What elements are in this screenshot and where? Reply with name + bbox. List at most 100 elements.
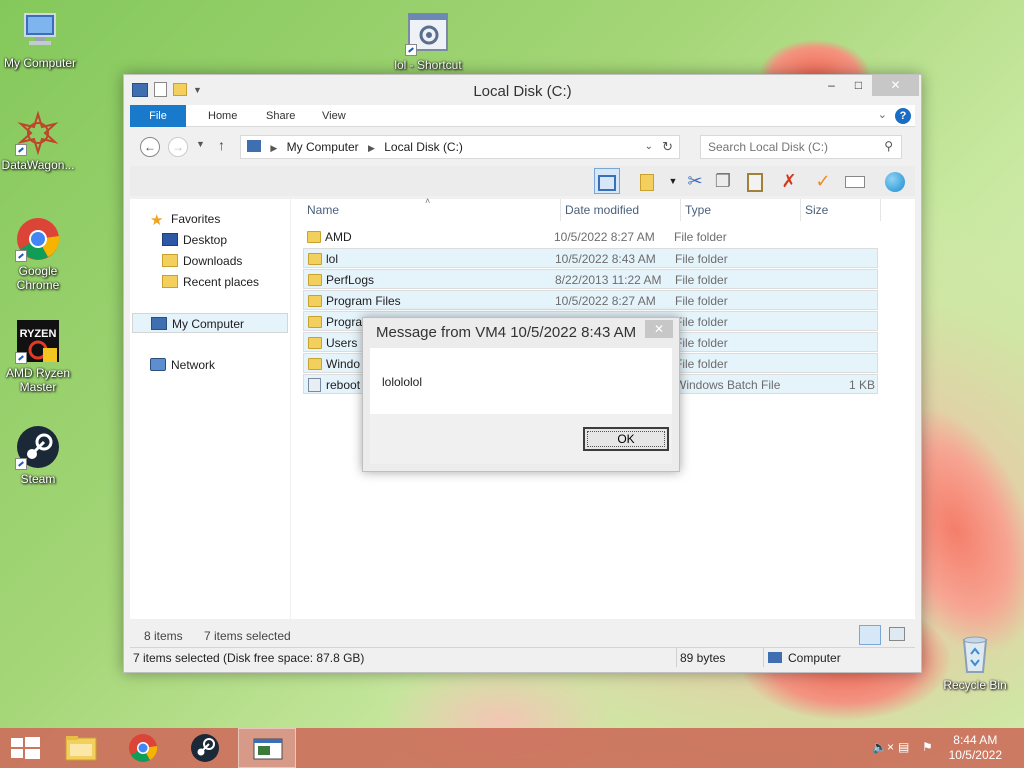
address-dropdown-icon[interactable]: ⌄ bbox=[645, 136, 653, 158]
breadcrumb-my-computer[interactable]: My Computer bbox=[287, 140, 359, 154]
ok-button[interactable]: OK bbox=[583, 427, 669, 451]
file-row-program-files[interactable]: Program Files 10/5/2022 8:27 AM File fol… bbox=[303, 290, 878, 310]
desktop-icon-datawagon[interactable]: DataWagon... bbox=[0, 110, 78, 172]
nav-downloads[interactable]: Downloads bbox=[162, 251, 242, 271]
paste-icon[interactable] bbox=[742, 168, 768, 194]
back-button[interactable]: ← bbox=[140, 137, 160, 157]
folder-icon bbox=[307, 231, 321, 243]
taskbar-chrome[interactable] bbox=[114, 728, 172, 768]
recent-places-icon bbox=[162, 275, 178, 288]
nav-favorites[interactable]: ★ Favorites bbox=[150, 209, 220, 229]
desktop-icon-my-computer[interactable]: My Computer bbox=[0, 8, 80, 70]
large-icons-view-button[interactable] bbox=[889, 627, 905, 641]
delete-icon[interactable]: ✗ bbox=[776, 168, 802, 194]
expand-ribbon-icon[interactable]: ⌄ bbox=[878, 108, 887, 121]
globe-icon[interactable] bbox=[882, 168, 908, 194]
nav-network[interactable]: Network bbox=[150, 355, 215, 375]
shortcut-arrow-icon bbox=[405, 44, 417, 56]
message-window-icon bbox=[253, 738, 283, 760]
taskbar-steam[interactable] bbox=[176, 728, 234, 768]
search-box[interactable]: ⚲ bbox=[700, 135, 902, 159]
column-header-size[interactable]: Size bbox=[801, 199, 881, 221]
dialog-title: Message from VM4 10/5/2022 8:43 AM bbox=[376, 324, 637, 341]
dialog-body: lolololol bbox=[370, 348, 672, 414]
tab-share[interactable]: Share bbox=[252, 105, 309, 127]
recent-locations-icon[interactable]: ▼ bbox=[196, 139, 205, 149]
recycle-bin-icon bbox=[952, 630, 998, 676]
svg-text:RYZEN: RYZEN bbox=[20, 328, 57, 340]
clock-date: 10/5/2022 bbox=[948, 748, 1002, 762]
copy-icon[interactable]: ❐ bbox=[710, 168, 736, 194]
file-row-amd[interactable]: AMD 10/5/2022 8:27 AM File folder bbox=[303, 227, 878, 247]
selected-count: 7 items selected bbox=[204, 629, 291, 643]
desktop-icon bbox=[162, 233, 178, 246]
nav-my-computer[interactable]: My Computer bbox=[132, 313, 288, 333]
folder-icon bbox=[308, 295, 322, 307]
taskbar-file-explorer[interactable] bbox=[52, 728, 110, 768]
breadcrumb-local-disk[interactable]: Local Disk (C:) bbox=[384, 140, 463, 154]
breadcrumb-separator-icon: ▶ bbox=[270, 143, 278, 153]
batch-file-icon bbox=[405, 10, 451, 56]
minimize-button[interactable]: – bbox=[818, 75, 845, 96]
shortcut-arrow-icon bbox=[15, 352, 27, 364]
close-button[interactable]: ✕ bbox=[872, 75, 919, 96]
help-button[interactable]: ? bbox=[895, 108, 911, 124]
start-button[interactable] bbox=[0, 728, 58, 768]
desktop-icon-recycle-bin[interactable]: Recycle Bin bbox=[935, 630, 1015, 692]
nav-desktop[interactable]: Desktop bbox=[162, 230, 227, 250]
checkmark-icon[interactable]: ✓ bbox=[810, 168, 836, 194]
volume-muted-icon[interactable]: 🔈× bbox=[872, 740, 894, 768]
search-input[interactable] bbox=[708, 137, 878, 157]
dialog-close-button[interactable]: ✕ bbox=[645, 320, 673, 338]
desktop-icon-steam[interactable]: Steam bbox=[0, 424, 78, 486]
column-header-type[interactable]: Type bbox=[681, 199, 801, 221]
windows-logo-icon bbox=[11, 737, 40, 759]
search-icon[interactable]: ⚲ bbox=[884, 139, 893, 153]
system-clock[interactable]: 8:44 AM 10/5/2022 bbox=[949, 733, 1002, 763]
refresh-icon[interactable]: ↻ bbox=[662, 136, 673, 158]
taskbar-message-window[interactable] bbox=[238, 728, 296, 768]
taskbar: 🔈× ▤ ⚑ 8:44 AM 10/5/2022 bbox=[0, 728, 1024, 768]
navigation-pane: ★ Favorites Desktop Downloads Recent plac… bbox=[130, 199, 290, 619]
datawagon-icon bbox=[15, 110, 61, 156]
up-button[interactable]: ↑ bbox=[218, 137, 225, 153]
folder-icon bbox=[308, 274, 322, 286]
ribbon-tabs: File Home Share View ⌄ ? bbox=[130, 105, 915, 127]
chrome-icon bbox=[129, 734, 158, 762]
file-row-lol[interactable]: lol 10/5/2022 8:43 AM File folder bbox=[303, 248, 878, 268]
folder-icon bbox=[308, 358, 322, 370]
status-size: 89 bytes bbox=[680, 651, 726, 665]
desktop-icon-lol-shortcut[interactable]: lol - Shortcut bbox=[388, 10, 468, 72]
tab-view[interactable]: View bbox=[308, 105, 360, 127]
file-row-perflogs[interactable]: PerfLogs 8/22/2013 11:22 AM File folder bbox=[303, 269, 878, 289]
preview-pane-button[interactable] bbox=[594, 168, 620, 194]
computer-icon bbox=[768, 652, 782, 663]
steam-icon bbox=[15, 424, 61, 470]
tab-home[interactable]: Home bbox=[194, 105, 251, 127]
column-header-name[interactable]: Name bbox=[303, 199, 561, 221]
network-icon[interactable]: ▤ bbox=[898, 740, 909, 768]
maximize-button[interactable]: □ bbox=[845, 75, 872, 96]
tab-file[interactable]: File bbox=[130, 105, 186, 127]
desktop-icon-amd-ryzen-master[interactable]: RYZEN AMD Ryzen Master bbox=[0, 318, 78, 394]
ryzen-icon: RYZEN bbox=[15, 318, 61, 364]
rename-icon[interactable] bbox=[842, 168, 868, 194]
message-dialog[interactable]: Message from VM4 10/5/2022 8:43 AM ✕ lol… bbox=[362, 317, 680, 472]
details-view-button[interactable] bbox=[859, 625, 881, 645]
properties-button[interactable] bbox=[634, 168, 660, 194]
status-location: Computer bbox=[788, 651, 841, 665]
title-bar[interactable]: ▼ Local Disk (C:) – □ ✕ bbox=[124, 75, 921, 105]
downloads-folder-icon bbox=[162, 254, 178, 267]
shortcut-arrow-icon bbox=[15, 250, 27, 262]
column-header-date[interactable]: Date modified bbox=[561, 199, 681, 221]
desktop-icon-chrome[interactable]: Google Chrome bbox=[0, 216, 78, 292]
cut-icon[interactable]: ✂ bbox=[682, 168, 708, 194]
item-count: 8 items bbox=[144, 629, 183, 643]
dialog-message: lolololol bbox=[382, 375, 423, 389]
address-bar[interactable]: ▶ My Computer ▶ Local Disk (C:) ⌄ ↻ bbox=[240, 135, 680, 159]
action-center-icon[interactable]: ⚑ bbox=[922, 740, 933, 768]
forward-button[interactable]: → bbox=[168, 137, 188, 157]
folder-icon bbox=[308, 253, 322, 265]
nav-recent-places[interactable]: Recent places bbox=[162, 272, 259, 292]
computer-icon bbox=[247, 140, 261, 152]
